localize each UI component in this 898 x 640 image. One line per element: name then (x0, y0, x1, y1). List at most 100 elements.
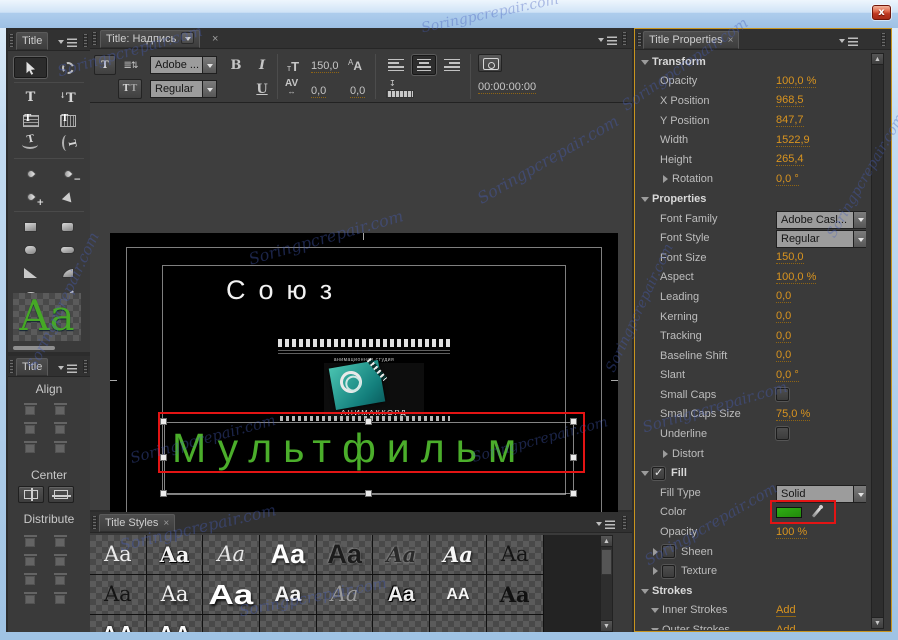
font-style-select[interactable]: Regular (150, 80, 217, 98)
vertical-type-tool[interactable]: ↓T (51, 87, 84, 108)
panel-gripper[interactable] (622, 516, 627, 529)
triangle-right-icon[interactable] (660, 174, 672, 184)
panel-menu-icon[interactable] (58, 362, 78, 374)
triangle-right-icon[interactable] (650, 566, 662, 576)
current-style-preview[interactable]: Aa (13, 293, 81, 341)
area-type-tool[interactable]: T (14, 110, 47, 131)
tab-title-actions[interactable]: Title (16, 358, 49, 376)
selection-handle[interactable] (365, 490, 372, 497)
selection-handle[interactable] (160, 418, 167, 425)
panel-gripper[interactable] (83, 34, 88, 47)
video-frame[interactable]: Союз анимационная студия АНИМАККОРД Муль… (110, 233, 618, 527)
style-swatch[interactable]: Aa (316, 535, 374, 575)
bold-button[interactable]: B (226, 55, 246, 75)
style-swatch[interactable]: Aa (146, 535, 204, 575)
style-swatch[interactable]: Aa (373, 535, 431, 575)
style-swatch[interactable]: Aa (430, 535, 487, 575)
rotation-tool[interactable] (51, 57, 84, 78)
style-swatch[interactable]: Aa (90, 575, 147, 615)
underline-button[interactable]: U (252, 79, 272, 99)
dropdown-arrow-icon[interactable] (853, 210, 866, 229)
sheen-checkbox[interactable] (662, 545, 675, 559)
styles-tab-close-icon[interactable]: × (163, 518, 169, 529)
designer-tab-close-icon[interactable]: × (212, 34, 218, 45)
tools-horizontal-scrollbar[interactable] (13, 346, 55, 350)
dropdown-arrow-icon[interactable] (202, 56, 217, 74)
panel-gripper[interactable] (637, 33, 642, 46)
style-swatch[interactable]: AA (430, 575, 487, 615)
underline-checkbox[interactable] (776, 427, 789, 441)
rounded-rectangle-tool[interactable] (51, 239, 84, 260)
style-swatch[interactable]: Aa (260, 535, 317, 575)
height-value[interactable]: 265,4 (776, 153, 804, 167)
style-swatch[interactable]: Aa (90, 535, 147, 575)
drawing-area[interactable]: Союз анимационная студия АНИМАККОРД Муль… (90, 103, 632, 527)
triangle-down-icon[interactable] (650, 605, 662, 615)
font-family-select[interactable]: Adobe Casl... (776, 210, 866, 229)
triangle-down-icon[interactable] (650, 625, 662, 630)
tab-title-styles[interactable]: Title Styles × (99, 514, 176, 532)
selection-handle[interactable] (570, 454, 577, 461)
delete-anchor-point-tool[interactable]: − (51, 163, 84, 185)
path-type-tool[interactable]: T (14, 133, 47, 154)
panel-gripper[interactable] (92, 32, 97, 45)
title-chooser-dropdown-icon[interactable] (181, 32, 195, 44)
style-swatch[interactable]: AA (146, 615, 204, 632)
studio-logo[interactable]: АНИМАККОРД (324, 356, 424, 419)
y-position-value[interactable]: 847,7 (776, 114, 804, 128)
width-value[interactable]: 1522,9 (776, 134, 810, 147)
opacity-value[interactable]: 100,0 % (776, 75, 817, 88)
center-1-button[interactable] (18, 486, 44, 503)
style-swatch[interactable]: Aa (203, 575, 261, 615)
panel-menu-icon[interactable] (58, 36, 78, 48)
style-swatch[interactable]: AA (90, 615, 147, 632)
triangle-down-icon[interactable] (640, 586, 652, 596)
panel-menu-icon[interactable] (839, 35, 859, 47)
style-swatch[interactable]: Aa (203, 615, 261, 632)
outer-strokes-add-link[interactable]: Add (776, 624, 796, 630)
triangle-down-icon[interactable] (640, 57, 652, 67)
triangle-right-icon[interactable] (660, 449, 672, 459)
style-swatch[interactable]: Aa (373, 615, 431, 632)
dropdown-arrow-icon[interactable] (853, 485, 866, 504)
style-swatch[interactable]: Aa (486, 615, 544, 632)
texture-checkbox[interactable] (662, 564, 675, 578)
triangle-down-icon[interactable] (640, 194, 652, 204)
font-size-value[interactable]: 150,0 (776, 251, 804, 265)
arc-tool[interactable] (51, 262, 84, 283)
panel-gripper[interactable] (83, 360, 88, 373)
dropdown-arrow-icon[interactable] (202, 80, 217, 98)
vertical-path-type-tool[interactable]: T (51, 133, 84, 154)
opacity-value[interactable]: 100 % (776, 526, 808, 539)
rounded-corner-rectangle-tool[interactable] (14, 239, 47, 260)
roll-crawl-options-icon[interactable]: ≣ ⇅ (120, 55, 142, 75)
wedge-tool[interactable] (14, 262, 47, 283)
aspect-value[interactable]: 100,0 % (776, 271, 817, 284)
style-swatch[interactable]: Aa (316, 575, 374, 615)
small-caps-checkbox[interactable] (776, 388, 789, 402)
leading-value[interactable]: 0,0 (350, 85, 366, 98)
align-center-button[interactable] (412, 55, 436, 75)
properties-scrollbar[interactable]: ▲ ▼ (871, 53, 884, 629)
background-video-timecode[interactable]: 00:00:00:00 (478, 81, 537, 94)
style-swatch[interactable]: Aa (203, 535, 261, 575)
leading-value[interactable]: 0,0 (776, 290, 792, 304)
align-left-button[interactable] (384, 55, 408, 75)
panel-gripper[interactable] (881, 33, 886, 46)
font-size-value[interactable]: 150,0 (311, 60, 339, 73)
style-swatch[interactable]: Aa (316, 615, 374, 632)
slant-value[interactable]: 0,0 ° (776, 369, 799, 382)
selection-handle[interactable] (160, 454, 167, 461)
small-caps-size-value[interactable]: 75,0 % (776, 408, 811, 421)
style-swatch[interactable]: Aa (486, 575, 544, 615)
selection-handle[interactable] (160, 490, 167, 497)
rotation-value[interactable]: 0,0 ° (776, 173, 799, 186)
properties-tab-close-icon[interactable]: × (728, 35, 734, 46)
align-right-button[interactable] (440, 55, 464, 75)
panel-menu-icon[interactable] (596, 518, 616, 530)
kerning-value[interactable]: 0,0 (776, 310, 792, 324)
window-close-button[interactable]: x (872, 5, 891, 20)
selection-handle[interactable] (365, 418, 372, 425)
add-anchor-point-tool[interactable]: + (14, 186, 47, 208)
style-swatch[interactable]: Aa (146, 575, 204, 615)
